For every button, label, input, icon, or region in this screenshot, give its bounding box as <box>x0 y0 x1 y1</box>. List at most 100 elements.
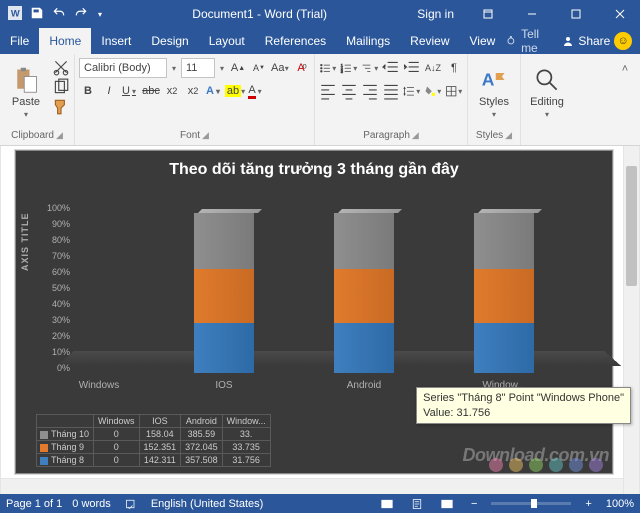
grow-font-icon[interactable]: A▲ <box>229 59 247 77</box>
bullets-icon[interactable]: ▾ <box>319 59 337 77</box>
dialog-launcher-icon[interactable]: ◢ <box>202 130 209 141</box>
share-button[interactable]: Share <box>562 34 610 48</box>
subscript-button[interactable]: x2 <box>163 82 181 100</box>
editing-button[interactable]: Editing▾ <box>525 56 569 128</box>
group-font: Calibri (Body)▾ 11▾ A▲ A▼ Aa▾ Aͦ B I U▾ … <box>75 54 315 145</box>
plot-area[interactable]: Windows IOS Android Window... 0%10%20%30… <box>74 189 604 387</box>
underline-button[interactable]: U▾ <box>121 82 139 100</box>
scrollbar-horizontal[interactable] <box>1 478 623 494</box>
align-right-icon[interactable] <box>361 82 379 100</box>
spellcheck-icon[interactable] <box>121 498 141 510</box>
tab-insert[interactable]: Insert <box>91 28 141 54</box>
save-icon[interactable] <box>30 6 44 23</box>
tab-design[interactable]: Design <box>141 28 198 54</box>
zoom-in-icon[interactable]: + <box>581 498 595 510</box>
clear-formatting-icon[interactable]: Aͦ <box>292 59 310 77</box>
borders-icon[interactable]: ▾ <box>445 82 463 100</box>
font-name-combo[interactable]: Calibri (Body) <box>79 58 167 78</box>
tab-file[interactable]: File <box>0 28 39 54</box>
tab-view[interactable]: View <box>460 28 506 54</box>
shading-icon[interactable]: ▾ <box>424 82 442 100</box>
y-tick: 90% <box>36 219 70 229</box>
close-icon[interactable] <box>600 0 640 28</box>
change-case-icon[interactable]: Aa▾ <box>271 59 289 77</box>
show-marks-icon[interactable]: ¶ <box>445 59 463 77</box>
feedback-smiley-icon[interactable]: ☺ <box>614 32 632 50</box>
italic-button[interactable]: I <box>100 82 118 100</box>
axis-title[interactable]: AXIS TITLE <box>20 212 30 271</box>
zoom-out-icon[interactable]: − <box>467 498 481 510</box>
web-layout-icon[interactable] <box>437 498 457 510</box>
title-bar: W ▾ Document1 - Word (Trial) Sign in <box>0 0 640 28</box>
language-status[interactable]: English (United States) <box>151 498 264 510</box>
group-editing: Editing▾ <box>521 54 573 145</box>
superscript-button[interactable]: x2 <box>184 82 202 100</box>
page-status[interactable]: Page 1 of 1 <box>6 498 62 510</box>
align-center-icon[interactable] <box>340 82 358 100</box>
text-effects-icon[interactable]: A▾ <box>205 82 223 100</box>
document-title: Document1 - Word (Trial) <box>112 7 407 21</box>
svg-text:A: A <box>482 69 495 89</box>
styles-button[interactable]: A Styles▾ <box>472 56 516 128</box>
y-tick: 10% <box>36 347 70 357</box>
dialog-launcher-icon[interactable]: ◢ <box>56 130 63 141</box>
format-painter-icon[interactable] <box>52 98 70 116</box>
xcat-android: Android <box>329 380 399 391</box>
chart-object[interactable]: Theo dõi tăng trưởng 3 tháng gần đây AXI… <box>15 150 613 474</box>
bar-ios[interactable] <box>194 205 254 373</box>
chevron-down-icon: ▾ <box>22 110 30 119</box>
sort-icon[interactable]: A↓Z <box>424 59 442 77</box>
justify-icon[interactable] <box>382 82 400 100</box>
svg-text:W: W <box>11 8 20 18</box>
y-tick: 40% <box>36 299 70 309</box>
group-clipboard: Paste ▾ Clipboard ◢ <box>0 54 75 145</box>
bar-android[interactable] <box>334 205 394 373</box>
dialog-launcher-icon[interactable]: ◢ <box>505 130 512 141</box>
chart-data-table[interactable]: Windows IOS Android Window... Tháng 10 0… <box>36 414 271 467</box>
redo-icon[interactable] <box>74 6 88 23</box>
qat-customize-icon[interactable]: ▾ <box>96 10 104 19</box>
bar-windows-phone[interactable] <box>474 205 534 373</box>
y-tick: 30% <box>36 315 70 325</box>
sign-in-link[interactable]: Sign in <box>407 7 464 21</box>
text-highlight-icon[interactable]: ab▾ <box>226 82 244 100</box>
decrease-indent-icon[interactable] <box>382 59 400 77</box>
xcat-ios: IOS <box>189 380 259 391</box>
copy-icon[interactable] <box>52 78 70 96</box>
word-count[interactable]: 0 words <box>72 498 111 510</box>
y-tick: 0% <box>36 363 70 373</box>
font-color-icon[interactable]: A▾ <box>247 82 265 100</box>
dialog-launcher-icon[interactable]: ◢ <box>412 130 419 141</box>
tell-me-search[interactable]: Tell me <box>505 27 558 55</box>
strikethrough-button[interactable]: abc <box>142 82 160 100</box>
zoom-slider[interactable] <box>491 502 571 505</box>
zoom-level[interactable]: 100% <box>606 498 634 510</box>
numbering-icon[interactable]: 123▾ <box>340 59 358 77</box>
align-left-icon[interactable] <box>319 82 337 100</box>
tab-references[interactable]: References <box>255 28 336 54</box>
tab-home[interactable]: Home <box>39 28 91 54</box>
bold-button[interactable]: B <box>79 82 97 100</box>
minimize-icon[interactable] <box>512 0 552 28</box>
cut-icon[interactable] <box>52 58 70 76</box>
increase-indent-icon[interactable] <box>403 59 421 77</box>
maximize-icon[interactable] <box>556 0 596 28</box>
y-tick: 60% <box>36 267 70 277</box>
read-mode-icon[interactable] <box>377 498 397 510</box>
tab-layout[interactable]: Layout <box>199 28 255 54</box>
multilevel-list-icon[interactable]: ▾ <box>361 59 379 77</box>
shrink-font-icon[interactable]: A▼ <box>250 59 268 77</box>
paste-button[interactable]: Paste ▾ <box>4 56 48 128</box>
tab-review[interactable]: Review <box>400 28 459 54</box>
status-bar: Page 1 of 1 0 words English (United Stat… <box>0 494 640 513</box>
collapse-ribbon-icon[interactable]: ˄ <box>616 60 634 78</box>
chart-title[interactable]: Theo dõi tăng trưởng 3 tháng gần đây <box>16 151 612 185</box>
line-spacing-icon[interactable]: ▾ <box>403 82 421 100</box>
undo-icon[interactable] <box>52 6 66 23</box>
scrollbar-vertical[interactable] <box>623 146 639 494</box>
ribbon-display-icon[interactable] <box>468 0 508 28</box>
font-size-combo[interactable]: 11 <box>181 58 215 78</box>
print-layout-icon[interactable] <box>407 498 427 510</box>
tab-mailings[interactable]: Mailings <box>336 28 400 54</box>
group-paragraph: ▾ 123▾ ▾ A↓Z ¶ ▾ ▾ ▾ <box>315 54 468 145</box>
